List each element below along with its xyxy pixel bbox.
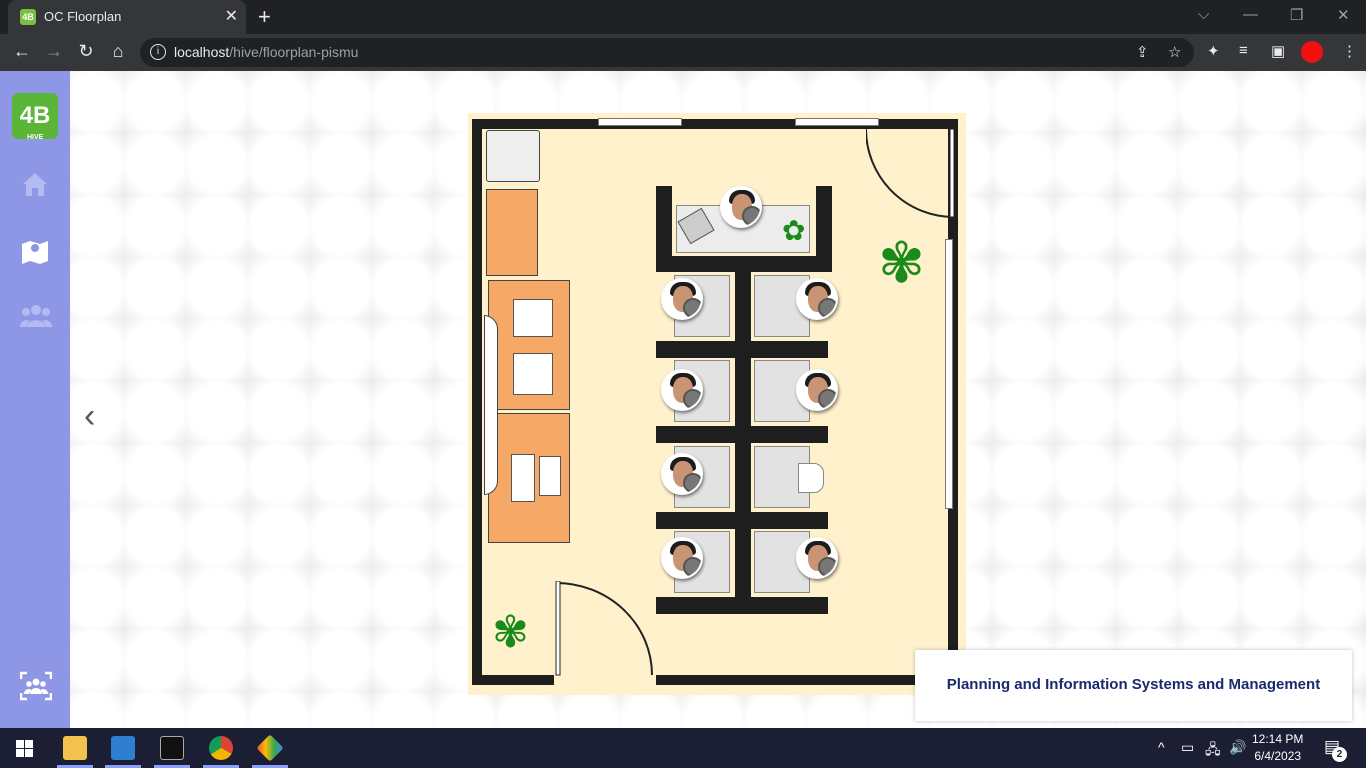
- close-window-button[interactable]: ✕: [1337, 6, 1350, 24]
- empty-chair: [798, 463, 824, 493]
- desk-row-1: [656, 341, 828, 358]
- side-panel-icon[interactable]: ▣: [1271, 42, 1285, 60]
- url-text[interactable]: localhost/hive/floorplan-pismu: [174, 44, 358, 60]
- chrome-icon[interactable]: [209, 736, 233, 760]
- wall-left: [472, 119, 482, 685]
- back-icon[interactable]: ←: [11, 41, 33, 62]
- printer-2: [513, 353, 553, 395]
- team-scan-icon: [19, 671, 53, 701]
- system-clock[interactable]: 12:14 PM 6/4/2023: [1252, 731, 1303, 765]
- sofa: [484, 315, 498, 495]
- clock-time: 12:14 PM: [1252, 732, 1304, 746]
- desk-row-2: [656, 426, 828, 443]
- wall-top: [472, 119, 958, 129]
- sidebar: 4B HIVE: [0, 71, 70, 728]
- printer-1: [513, 299, 553, 337]
- chair-top-left: [486, 130, 540, 182]
- employee-avatar-6[interactable]: [661, 537, 703, 579]
- status-dot-icon: [818, 557, 836, 577]
- employee-avatar-2[interactable]: [796, 278, 838, 320]
- door-top-right: [866, 129, 955, 218]
- map-icon: [22, 241, 48, 264]
- status-dot-icon: [683, 298, 701, 318]
- vscode-icon[interactable]: [111, 736, 135, 760]
- tray-overflow-icon[interactable]: ^: [1158, 739, 1165, 755]
- address-bar[interactable]: i localhost/hive/floorplan-pismu ⇪ ☆: [140, 38, 1194, 67]
- scanner: [539, 456, 561, 496]
- media-queue-icon[interactable]: ≡: [1239, 42, 1248, 59]
- status-dot-icon: [742, 206, 760, 226]
- network-icon[interactable]: 🖧: [1205, 739, 1221, 763]
- browser-toolbar: ← → ↻ ⌂ i localhost/hive/floorplan-pismu…: [0, 34, 1366, 71]
- tab-search-icon[interactable]: ⌵: [1198, 6, 1209, 23]
- status-dot-icon: [683, 473, 701, 493]
- door-bottom: [555, 581, 653, 676]
- forward-icon[interactable]: →: [43, 41, 65, 62]
- sidebar-item-employees[interactable]: [20, 301, 52, 331]
- restore-button[interactable]: ❐: [1290, 6, 1303, 24]
- app-content: 4B HIVE ‹ ✿ ✾ ✾ Planning and Information…: [0, 71, 1366, 728]
- window-3: [945, 239, 953, 509]
- home-icon: [23, 173, 47, 196]
- employee-avatar-3[interactable]: [661, 369, 703, 411]
- windows-start-icon[interactable]: [16, 740, 33, 757]
- battery-icon[interactable]: ▭: [1181, 739, 1194, 756]
- menu-kebab-icon[interactable]: ⋮: [1342, 42, 1357, 60]
- floorplan-map: ✿ ✾ ✾: [468, 113, 966, 695]
- app-logo[interactable]: 4B: [12, 93, 58, 139]
- browser-tab[interactable]: 4B OC Floorplan ✕: [8, 0, 246, 34]
- employee-avatar-4[interactable]: [796, 369, 838, 411]
- status-dot-icon: [683, 389, 701, 409]
- notification-count: 2: [1332, 747, 1347, 762]
- home-page-icon[interactable]: ⌂: [107, 41, 129, 62]
- tab-title: OC Floorplan: [44, 9, 122, 24]
- browser-tab-strip: 4B OC Floorplan ✕ + ⌵ — ❐ ✕: [0, 0, 1366, 34]
- department-card: Planning and Information Systems and Man…: [915, 650, 1352, 721]
- git-kraken-icon[interactable]: [256, 734, 284, 762]
- share-icon[interactable]: ⇪: [1136, 43, 1149, 61]
- employee-avatar-7[interactable]: [796, 537, 838, 579]
- tab-close-icon[interactable]: ✕: [225, 6, 238, 26]
- desk-row-4: [656, 597, 828, 614]
- employee-avatar-5[interactable]: [661, 453, 703, 495]
- status-dot-icon: [818, 389, 836, 409]
- plant-large-icon: ✾: [878, 231, 925, 294]
- previous-floor-button[interactable]: ‹: [84, 397, 95, 436]
- window-1: [598, 118, 682, 126]
- terminal-icon[interactable]: [160, 736, 184, 760]
- users-icon: [20, 305, 52, 327]
- window-2: [795, 118, 879, 126]
- printer-table: [488, 280, 570, 410]
- extensions-icon[interactable]: ✦: [1207, 42, 1220, 60]
- app-logo-sub: HIVE: [27, 134, 44, 141]
- sidebar-item-home[interactable]: [20, 169, 50, 199]
- side-table: [488, 413, 570, 543]
- new-tab-button[interactable]: +: [258, 4, 271, 30]
- file-explorer-icon[interactable]: [63, 736, 87, 760]
- status-dot-icon: [818, 298, 836, 318]
- clock-date: 6/4/2023: [1254, 749, 1302, 763]
- wall-bottom-left: [472, 675, 554, 685]
- tab-favicon-icon: 4B: [20, 9, 36, 25]
- minimize-button[interactable]: —: [1243, 6, 1258, 23]
- desk-row-3: [656, 512, 828, 529]
- status-dot-icon: [683, 557, 701, 577]
- reload-icon[interactable]: ↻: [75, 41, 97, 62]
- volume-icon[interactable]: 🔊: [1229, 739, 1246, 756]
- department-name: Planning and Information Systems and Man…: [946, 676, 1321, 693]
- windows-taskbar: ^ ▭ 🖧 🔊 12:14 PM 6/4/2023 ▤ 2: [0, 728, 1366, 768]
- plant-desk-icon: ✿: [782, 215, 806, 246]
- plant-corner-icon: ✾: [492, 608, 529, 657]
- bookmark-star-icon[interactable]: ☆: [1168, 43, 1181, 61]
- cabinet-upper: [486, 189, 538, 276]
- profile-avatar[interactable]: [1301, 41, 1323, 63]
- copier: [511, 454, 535, 502]
- site-info-icon[interactable]: i: [150, 44, 166, 60]
- employee-avatar-head[interactable]: [720, 186, 762, 228]
- wall-bottom-right: [656, 675, 958, 685]
- employee-avatar-1[interactable]: [661, 278, 703, 320]
- sidebar-item-team-view[interactable]: [19, 671, 53, 701]
- sidebar-item-floorplan[interactable]: [20, 236, 50, 266]
- head-desk-bottom: [656, 256, 832, 272]
